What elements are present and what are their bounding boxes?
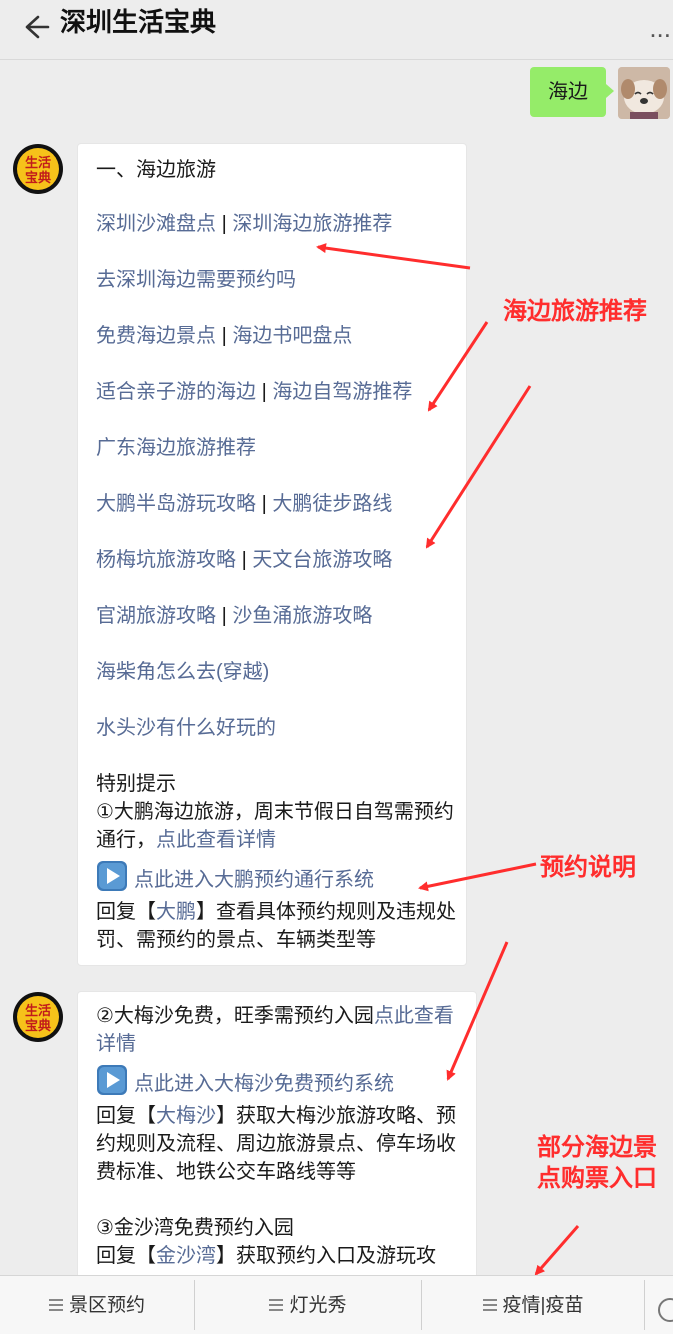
user-avatar[interactable] bbox=[618, 67, 670, 119]
annotation-label: 预约说明 bbox=[540, 854, 636, 881]
link[interactable]: 适合亲子游的海边 bbox=[96, 381, 256, 403]
list-item: 去深圳海边需要预约吗 bbox=[96, 266, 296, 294]
link[interactable]: 沙鱼涌旅游攻略 bbox=[232, 605, 372, 627]
top-bar: 深圳生活宝典 ... bbox=[0, 0, 673, 60]
bot-message-bubble: ②大梅沙免费，旺季需预约入园点此查看详情 点此进入大梅沙免费预约系统 回复【大梅… bbox=[77, 991, 477, 1291]
svg-text:宝典: 宝典 bbox=[25, 170, 51, 186]
tip-paragraph: ①大鹏海边旅游，周末节假日自驾需预约通行，点此查看详情 bbox=[96, 798, 458, 854]
annotation-label: 部分海边景 bbox=[537, 1134, 657, 1161]
self-message-bubble[interactable]: 海边 bbox=[530, 67, 614, 117]
dog-photo-icon bbox=[618, 67, 670, 119]
divider bbox=[644, 1280, 645, 1330]
link[interactable]: 天文台旅游攻略 bbox=[252, 549, 392, 571]
list-item: 大鹏半岛游玩攻略 | 大鹏徒步路线 bbox=[96, 490, 392, 518]
list-item: 适合亲子游的海边 | 海边自驾游推荐 bbox=[96, 378, 412, 406]
reply-hint: 回复【大鹏】查看具体预约规则及违规处罚、需预约的景点、车辆类型等 bbox=[96, 898, 458, 954]
link[interactable]: 去深圳海边需要预约吗 bbox=[96, 269, 296, 291]
link[interactable]: 深圳沙滩盘点 bbox=[96, 213, 216, 235]
self-message-text: 海边 bbox=[548, 81, 588, 103]
separator: | bbox=[221, 605, 227, 627]
play-icon bbox=[97, 861, 127, 891]
reply-keyword[interactable]: 大梅沙 bbox=[156, 1105, 216, 1127]
menu-item-light-show[interactable]: 灯光秀 bbox=[195, 1276, 421, 1334]
menu-label: 疫情|疫苗 bbox=[502, 1295, 584, 1316]
svg-text:生活: 生活 bbox=[25, 1003, 51, 1019]
paragraph-text: ②大梅沙免费，旺季需预约入园 bbox=[96, 1005, 374, 1027]
reply-hint: 回复【大梅沙】获取大梅沙旅游攻略、预约规则及流程、周边旅游景点、停车场收费标准、… bbox=[96, 1102, 458, 1186]
link[interactable]: 海柴角怎么去(穿越) bbox=[96, 661, 269, 683]
reply-keyword[interactable]: 金沙湾 bbox=[156, 1245, 216, 1267]
separator: | bbox=[261, 493, 267, 515]
link[interactable]: 官湖旅游攻略 bbox=[96, 605, 216, 627]
reply-prefix: 回复【 bbox=[96, 1245, 156, 1267]
menu-list-icon bbox=[48, 1299, 63, 1311]
back-arrow-icon[interactable] bbox=[18, 10, 52, 44]
separator: | bbox=[221, 213, 227, 235]
menu-label: 灯光秀 bbox=[289, 1295, 347, 1316]
menu-list-icon bbox=[269, 1299, 284, 1311]
link[interactable]: 水头沙有什么好玩的 bbox=[96, 717, 276, 739]
bot-avatar[interactable]: 生活 宝典 bbox=[12, 143, 64, 195]
annotation-label: 海边旅游推荐 bbox=[503, 298, 647, 325]
play-icon bbox=[97, 1065, 127, 1095]
reply-keyword[interactable]: 大鹏 bbox=[156, 901, 196, 923]
reply-hint: 回复【金沙湾】获取预约入口及游玩攻 bbox=[96, 1242, 458, 1270]
tip-title: 特别提示 bbox=[96, 773, 176, 795]
bottom-menu-bar: 景区预约 灯光秀 疫情|疫苗 bbox=[0, 1275, 673, 1334]
menu-item-epidemic-vaccine[interactable]: 疫情|疫苗 bbox=[422, 1276, 644, 1334]
menu-label: 景区预约 bbox=[68, 1295, 145, 1316]
entry-row[interactable]: 点此进入大鹏预约通行系统 bbox=[96, 860, 458, 894]
menu-item-scenic-booking[interactable]: 景区预约 bbox=[0, 1276, 194, 1334]
list-item: 官湖旅游攻略 | 沙鱼涌旅游攻略 bbox=[96, 602, 372, 630]
entry-link[interactable]: 点此进入大梅沙免费预约系统 bbox=[134, 1073, 394, 1095]
annotation-arrow bbox=[534, 1225, 580, 1276]
separator: | bbox=[261, 381, 267, 403]
paragraph: ②大梅沙免费，旺季需预约入园点此查看详情 bbox=[96, 1002, 458, 1058]
link[interactable]: 大鹏徒步路线 bbox=[272, 493, 392, 515]
message-content: ②大梅沙免费，旺季需预约入园点此查看详情 点此进入大梅沙免费预约系统 回复【大梅… bbox=[96, 1002, 458, 1270]
entry-row[interactable]: 点此进入大梅沙免费预约系统 bbox=[96, 1064, 458, 1098]
reply-suffix: 】获取预约入口及游玩攻 bbox=[216, 1245, 436, 1267]
annotation-label: 点购票入口 bbox=[537, 1165, 657, 1192]
separator: | bbox=[221, 325, 227, 347]
entry-link[interactable]: 点此进入大鹏预约通行系统 bbox=[134, 869, 374, 891]
link[interactable]: 海边自驾游推荐 bbox=[272, 381, 412, 403]
svg-text:宝典: 宝典 bbox=[25, 1018, 51, 1034]
link[interactable]: 大鹏半岛游玩攻略 bbox=[96, 493, 256, 515]
bot-avatar[interactable]: 生活 宝典 bbox=[12, 991, 64, 1043]
tip-block: 特别提示 ①大鹏海边旅游，周末节假日自驾需预约通行，点此查看详情 点此进入大鹏预… bbox=[96, 770, 458, 954]
reply-prefix: 回复【 bbox=[96, 901, 156, 923]
link[interactable]: 杨梅坑旅游攻略 bbox=[96, 549, 236, 571]
more-icon[interactable]: ... bbox=[649, 8, 671, 48]
section-heading: 一、海边旅游 bbox=[96, 159, 216, 181]
svg-text:生活: 生活 bbox=[25, 155, 51, 171]
list-item: 杨梅坑旅游攻略 | 天文台旅游攻略 bbox=[96, 546, 392, 574]
bot-message-bubble: 一、海边旅游 深圳沙滩盘点 | 深圳海边旅游推荐 去深圳海边需要预约吗 免费海边… bbox=[77, 143, 467, 966]
reply-prefix: 回复【 bbox=[96, 1105, 156, 1127]
separator: | bbox=[241, 549, 247, 571]
link[interactable]: 广东海边旅游推荐 bbox=[96, 437, 256, 459]
list-item: 免费海边景点 | 海边书吧盘点 bbox=[96, 322, 352, 350]
link[interactable]: 深圳海边旅游推荐 bbox=[232, 213, 392, 235]
menu-list-icon bbox=[482, 1299, 497, 1311]
link[interactable]: 海边书吧盘点 bbox=[232, 325, 352, 347]
paragraph: ③金沙湾免费预约入园 bbox=[96, 1217, 294, 1239]
list-item: 广东海边旅游推荐 bbox=[96, 434, 256, 462]
list-item: 海柴角怎么去(穿越) bbox=[96, 658, 269, 686]
page-title: 深圳生活宝典 bbox=[60, 7, 217, 37]
details-link[interactable]: 点此查看详情 bbox=[156, 829, 276, 851]
list-item: 深圳沙滩盘点 | 深圳海边旅游推荐 bbox=[96, 210, 392, 238]
list-item: 水头沙有什么好玩的 bbox=[96, 714, 276, 742]
link[interactable]: 免费海边景点 bbox=[96, 325, 216, 347]
